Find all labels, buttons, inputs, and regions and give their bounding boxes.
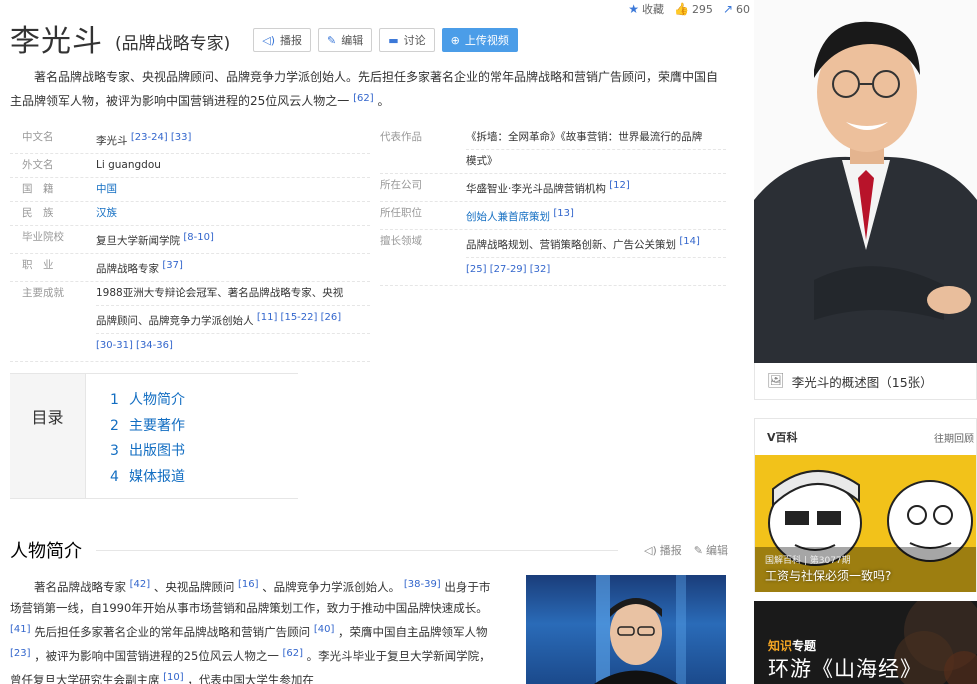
reference-link[interactable]: [25] [27-29] [32] [466, 264, 550, 275]
topic-title: 环游《山海经》 [768, 657, 922, 681]
ethnicity-link[interactable]: 汉族 [96, 207, 117, 219]
info-row-achievement: 主要成就 1988亚洲大专辩论会冠军、著名品牌战略专家、央视 品牌顾问、品牌竞争… [10, 282, 370, 362]
reference-link[interactable]: [14] [679, 236, 700, 247]
summary-picture[interactable] [754, 0, 977, 363]
speaker-icon: ◁) [644, 543, 657, 557]
reference-link[interactable]: [13] [553, 208, 574, 219]
table-of-contents: 目录 1 人物简介 2 主要著作 3 出版图书 4 媒体报道 [10, 373, 298, 499]
toc-item[interactable]: 3 出版图书 [110, 439, 185, 465]
v-baike-video-thumb[interactable]: 国解百科 | 第3077期 工资与社保必须一致吗? [755, 455, 976, 592]
chat-icon: ▬ [388, 33, 399, 47]
reference-link[interactable]: [23-24] [33] [131, 132, 192, 143]
info-row-works: 代表作品 《拆墙：全网革命》《故事营销：世界最流行的品牌 模式》 [380, 126, 726, 174]
v-baike-card: V百科 往期回顾 国解百科 | 第3077期 工资与社保必须一致吗? [754, 418, 977, 592]
info-row: 毕业院校 复旦大学新闻学院 [8-10] [10, 226, 370, 254]
page-title: 李光斗 [10, 24, 103, 59]
section-divider [96, 549, 619, 551]
section-paragraph: 著名品牌战略专家 [42] 、央视品牌顾问 [16] 、品牌竞争力学派创始人。 … [10, 579, 491, 684]
toc-title: 目录 [10, 374, 86, 498]
reference-link[interactable]: [41] [10, 624, 31, 635]
info-row: 职 业 品牌战略专家 [37] [10, 254, 370, 282]
edit-button[interactable]: ✎ 编辑 [318, 28, 373, 52]
reference-link[interactable]: [37] [162, 260, 183, 271]
reference-link[interactable]: [62] [353, 93, 374, 104]
collect-button[interactable]: ★ 收藏 [628, 1, 664, 17]
topic-tag: 知识专题 [768, 639, 817, 653]
thumbs-up-icon: 👍 [673, 2, 689, 16]
basic-info-left: 中文名 李光斗 [23-24] [33] 外文名 Li guangdou 国 籍… [10, 126, 370, 362]
reference-link[interactable]: [38-39] [404, 579, 441, 590]
share-icon: ↗ [722, 2, 733, 16]
info-row: 国 籍 中国 [10, 178, 370, 202]
broadcast-button[interactable]: ◁) 播报 [253, 28, 312, 52]
toc-item[interactable]: 4 媒体报道 [110, 465, 185, 491]
info-row: 民 族 汉族 [10, 202, 370, 226]
top-stats: ★ 收藏 👍 295 ↗ 60 [600, 2, 750, 16]
lemma-summary: 著名品牌战略专家、央视品牌顾问、品牌竞争力学派创始人。先后担任多家著名企业的常年… [10, 70, 719, 108]
reference-link[interactable]: [40] [314, 624, 335, 635]
basic-info-right: 代表作品 《拆墙：全网革命》《故事营销：世界最流行的品牌 模式》 所在公司 华盛… [380, 126, 726, 286]
toc-item[interactable]: 2 主要著作 [110, 414, 185, 440]
section-broadcast-button[interactable]: ◁) 播报 [644, 542, 682, 558]
info-row: 外文名 Li guangdou [10, 154, 370, 178]
section-title: 人物简介 [10, 541, 82, 562]
share-button[interactable]: ↗ 60 [723, 2, 750, 16]
portrait-photo [754, 0, 977, 363]
v-baike-header: V百科 往期回顾 [755, 419, 976, 455]
speaker-photo [594, 575, 686, 684]
v-baike-more-link[interactable]: 往期回顾 [934, 430, 976, 445]
reference-link[interactable]: [23] [10, 648, 31, 659]
reference-link[interactable]: [8-10] [183, 232, 214, 243]
reference-link[interactable]: [42] [130, 579, 151, 590]
reference-link[interactable]: [16] [238, 579, 259, 590]
section-edit-button[interactable]: ✎ 编辑 [694, 542, 728, 558]
info-row: 所在公司 华盛智业·李光斗品牌营销机构 [12] [380, 174, 726, 202]
plus-circle-icon: ⊕ [450, 33, 460, 47]
v-baike-issue: 国解百科 | 第3077期 [765, 556, 851, 566]
info-row: 中文名 李光斗 [23-24] [33] [10, 126, 370, 154]
v-baike-caption: 工资与社保必须一致吗? [765, 569, 892, 583]
reference-link[interactable]: [10] [163, 672, 184, 683]
pencil-icon: ✎ [693, 543, 703, 557]
like-button[interactable]: 👍 295 [674, 2, 713, 16]
position-link[interactable]: 创始人兼首席策划 [466, 211, 550, 223]
knowledge-topic-banner[interactable]: 知识专题 环游《山海经》 [754, 601, 977, 684]
toc-list: 1 人物简介 2 主要著作 3 出版图书 4 媒体报道 [86, 374, 185, 498]
section-header: 人物简介 ◁) 播报 ✎ 编辑 [10, 538, 728, 562]
pencil-icon: ✎ [327, 33, 337, 47]
star-icon: ★ [628, 2, 639, 16]
nationality-link[interactable]: 中国 [96, 183, 117, 195]
title-row: 李光斗 (品牌战略专家) ◁) 播报 ✎ 编辑 ▬ 讨论 ⊕ 上传视频 [10, 18, 518, 59]
album-link[interactable]: 🖼 李光斗的概述图（15张） [754, 363, 977, 400]
sidebar: 🖼 李光斗的概述图（15张） V百科 往期回顾 国解百科 | 第3077期 工资… [754, 0, 977, 684]
toc-item[interactable]: 1 人物简介 [110, 388, 185, 414]
v-baike-title: V百科 [767, 431, 798, 444]
discuss-button[interactable]: ▬ 讨论 [379, 28, 435, 52]
info-row-field: 擅长领域 品牌战略规划、营销策略创新、广告公关策划 [14] [25] [27-… [380, 230, 726, 286]
info-row: 所任职位 创始人兼首席策划 [13] [380, 202, 726, 230]
page-subtitle: (品牌战略专家) [115, 33, 231, 54]
speaker-icon: ◁) [262, 33, 276, 47]
image-icon: 🖼 [767, 373, 785, 389]
section-photo[interactable] [526, 575, 726, 684]
reference-link[interactable]: [30-31] [34-36] [96, 340, 173, 351]
upload-video-button[interactable]: ⊕ 上传视频 [441, 28, 518, 52]
reference-link[interactable]: [62] [282, 648, 303, 659]
reference-link[interactable]: [12] [609, 180, 630, 191]
reference-link[interactable]: [11] [15-22] [26] [257, 312, 341, 323]
title-actions: ◁) 播报 ✎ 编辑 ▬ 讨论 ⊕ 上传视频 [253, 28, 518, 52]
